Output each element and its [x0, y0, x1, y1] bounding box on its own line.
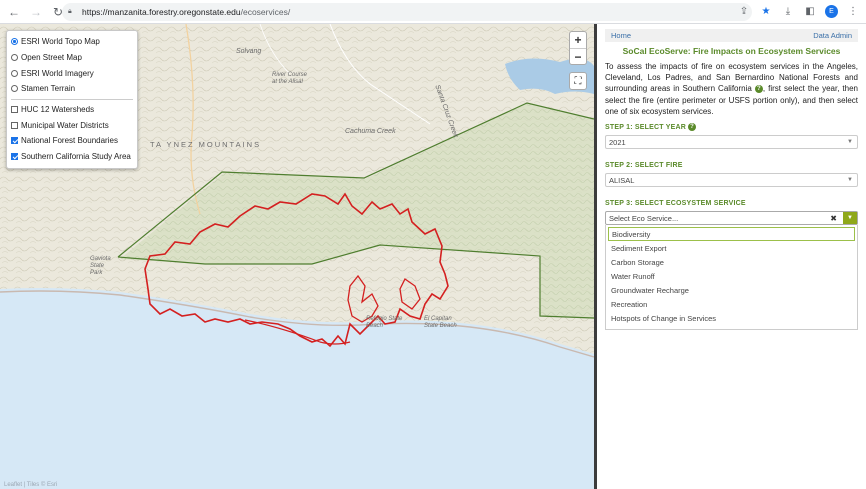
fire-value: ALISAL [609, 175, 635, 185]
overlay-checkbox[interactable] [11, 121, 18, 129]
menu-kebab-icon[interactable]: ⋮ [846, 4, 860, 18]
layer-label: National Forest Boundaries [21, 136, 118, 146]
basemap-radio[interactable] [11, 54, 18, 62]
layer-label: HUC 12 Watersheds [21, 105, 95, 115]
intro-text: To assess the impacts of fire on ecosyst… [605, 61, 858, 117]
url-path: /ecoservices/ [240, 7, 291, 17]
map-label-santa-ynez-mountains: TA YNEZ MOUNTAINS [150, 140, 262, 149]
sidepanel-icon[interactable]: ◧ [803, 4, 817, 18]
layer-label: Stamen Terrain [21, 84, 76, 94]
overlay-checkbox[interactable] [11, 153, 18, 161]
layer-option[interactable]: ESRI World Imagery [11, 65, 133, 81]
layer-option[interactable]: Stamen Terrain [11, 81, 133, 97]
eco-service-placeholder: Select Eco Service... [609, 213, 679, 223]
eco-service-option[interactable]: Hotspots of Change in Services [608, 311, 855, 325]
eco-service-option[interactable]: Sediment Export [608, 241, 855, 255]
map-label-refugio: Refugio State Beach [366, 316, 403, 329]
overlay-checkbox[interactable] [11, 106, 18, 114]
year-value: 2021 [609, 137, 626, 147]
layer-label: Southern California Study Area [21, 152, 131, 162]
year-help-icon[interactable]: ? [688, 123, 697, 132]
forward-icon[interactable]: → [28, 4, 44, 20]
share-icon[interactable]: ⇪ [737, 4, 751, 18]
map-attribution[interactable]: Leaflet | Tiles © Esri [4, 482, 57, 488]
step2-heading: STEP 2: SELECT FIRE [605, 162, 683, 170]
layer-separator [11, 98, 133, 100]
basemap-radio[interactable] [11, 38, 18, 46]
layer-label: Open Street Map [21, 53, 82, 63]
eco-service-option[interactable]: Biodiversity [608, 227, 855, 242]
home-link[interactable]: Home [611, 31, 631, 40]
zoom-out-button[interactable]: − [570, 48, 586, 64]
layer-option[interactable]: HUC 12 Watersheds [11, 102, 133, 118]
chevron-down-icon: ▼ [847, 177, 853, 184]
fire-select[interactable]: ALISAL ▼ [605, 173, 858, 188]
layer-control: ESRI World Topo Map Open Street Map ESRI W… [6, 30, 138, 169]
layer-label: Municipal Water Districts [21, 120, 109, 130]
map-label-cachuma-creek: Cachuma Creek [345, 128, 396, 135]
address-bar[interactable]: 🔒︎ https://manzanita.forestry.oregonstat… [62, 3, 752, 21]
map-label-el-capitan: El Capitan State Beach [424, 316, 457, 329]
clear-icon[interactable]: ✖ [830, 214, 837, 223]
layer-option[interactable]: National Forest Boundaries [11, 133, 133, 149]
back-icon[interactable]: ← [6, 4, 22, 20]
layer-option[interactable]: Open Street Map [11, 50, 133, 66]
map-label-solvang: Solvang [236, 48, 262, 55]
page-title: SoCal EcoServe: Fire Impacts on Ecosyste… [622, 46, 841, 56]
basemap-radio[interactable] [11, 69, 18, 77]
layer-option[interactable]: Municipal Water Districts [11, 117, 133, 133]
chevron-down-icon: ▼ [847, 139, 853, 146]
eco-service-option[interactable]: Water Runoff [608, 269, 855, 283]
eco-service-option[interactable]: Carbon Storage [608, 255, 855, 269]
layer-label: ESRI World Topo Map [21, 37, 100, 47]
bookmark-star-icon[interactable]: ★ [759, 4, 773, 18]
chevron-down-icon[interactable]: ▼ [843, 212, 857, 225]
data-admin-link[interactable]: Data Admin [813, 31, 852, 40]
url-host: https://manzanita.forestry.oregonstate.e… [82, 7, 241, 17]
control-panel: Home Data Admin SoCal EcoServe: Fire Imp… [597, 24, 866, 489]
fullscreen-icon[interactable]: ⛶ [569, 72, 587, 90]
layer-label: ESRI World Imagery [21, 68, 94, 78]
overlay-checkbox[interactable] [11, 137, 18, 145]
map-label-river-course: River Course at the Alisal [272, 72, 308, 85]
eco-service-select[interactable]: Select Eco Service... ✖ ▼ [605, 211, 858, 226]
profile-avatar[interactable]: E [825, 4, 838, 18]
layer-option[interactable]: ESRI World Topo Map [11, 34, 133, 50]
step3-heading: STEP 3: SELECT ECOSYSTEM SERVICE [605, 200, 746, 208]
map-label-gaviota: Gaviota State Park [90, 256, 111, 276]
zoom-control: + − [569, 31, 587, 65]
lock-icon: 🔒︎ [68, 8, 72, 15]
step1-heading: STEP 1: SELECT YEAR ? [605, 123, 858, 132]
step1-label: STEP 1: SELECT YEAR [605, 123, 686, 131]
basemap-radio[interactable] [11, 85, 18, 93]
browser-toolbar: ← → ↻ 🔒︎ https://manzanita.forestry.oreg… [0, 0, 866, 24]
download-icon[interactable]: ⤓ [781, 4, 795, 18]
eco-service-option[interactable]: Groundwater Recharge [608, 283, 855, 297]
eco-service-options: Biodiversity Sediment Export Carbon Storag… [605, 225, 858, 331]
eco-service-option[interactable]: Recreation [608, 297, 855, 311]
panel-nav: Home Data Admin [605, 29, 858, 42]
layer-option[interactable]: Southern California Study Area [11, 149, 133, 165]
help-icon[interactable]: ? [754, 85, 763, 94]
zoom-in-button[interactable]: + [570, 32, 586, 48]
year-select[interactable]: 2021 ▼ [605, 135, 858, 150]
